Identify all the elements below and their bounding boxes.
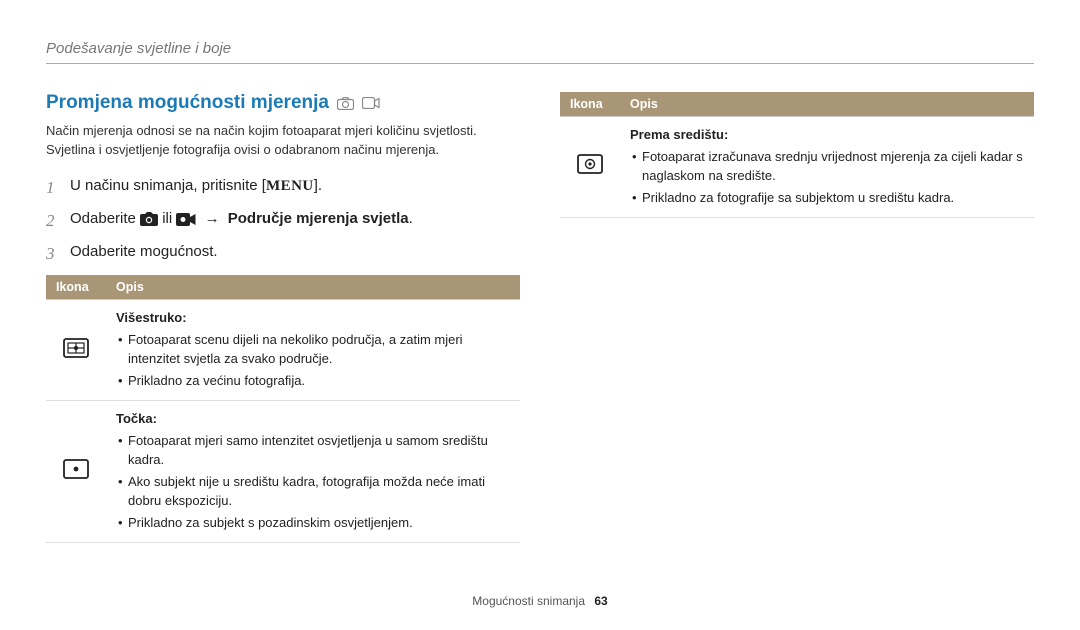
row2-bullets: Fotoaparat mjeri samo intenzitet osvjetl…	[116, 431, 510, 533]
list-item: Prikladno za subjekt s pozadinskim osvje…	[116, 513, 510, 533]
step-2-or: ili	[162, 210, 176, 227]
list-item: Prikladno za većinu fotografija.	[116, 371, 510, 391]
step-number: 1	[46, 174, 60, 201]
col-header-icon: Ikona	[560, 92, 620, 117]
col-header-icon: Ikona	[46, 275, 106, 300]
step-1-text: U načinu snimanja, pritisnite [MENU].	[70, 174, 322, 198]
table-row: Prema središtu: Fotoaparat izračunava sr…	[560, 117, 1034, 218]
row-desc: Višestruko: Fotoaparat scenu dijeli na n…	[106, 300, 520, 401]
arrow-icon: →	[205, 210, 220, 227]
row1-title-text: Višestruko	[116, 310, 182, 325]
row-title: Višestruko:	[116, 310, 187, 325]
step-3: 3 Odaberite mogućnost.	[46, 240, 520, 267]
col-header-desc: Opis	[106, 275, 520, 300]
row3-title-text: Prema središtu	[630, 127, 724, 142]
list-item: Prikladno za fotografije sa subjektom u …	[630, 188, 1024, 208]
multi-metering-icon	[46, 300, 106, 401]
center-metering-icon	[560, 117, 620, 218]
steps-list: 1 U načinu snimanja, pritisnite [MENU]. …	[46, 174, 520, 268]
step-number: 3	[46, 240, 60, 267]
column-left: Promjena mogućnosti mjerenja Način mjere…	[46, 92, 520, 543]
row-desc: Točka: Fotoaparat mjeri samo intenzitet …	[106, 401, 520, 543]
video-icon	[176, 210, 200, 227]
photo-icon	[140, 210, 162, 227]
step-3-text: Odaberite mogućnost.	[70, 240, 218, 264]
step-1-post: ].	[314, 177, 322, 194]
row-title: Prema središtu:	[630, 127, 728, 142]
video-mode-icon	[362, 97, 380, 109]
table-row: Točka: Fotoaparat mjeri samo intenzitet …	[46, 401, 520, 543]
page: Podešavanje svjetline i boje Promjena mo…	[0, 0, 1080, 630]
intro-line-1: Način mjerenja odnosi se na način kojim …	[46, 123, 477, 138]
list-item: Fotoaparat izračunava srednju vrijednost…	[630, 147, 1024, 186]
spot-metering-icon	[46, 401, 106, 543]
footer-section: Mogućnosti snimanja	[472, 594, 585, 608]
step-1: 1 U načinu snimanja, pritisnite [MENU].	[46, 174, 520, 201]
step-2-end: .	[409, 210, 413, 227]
section-heading: Promjena mogućnosti mjerenja	[46, 92, 520, 114]
table-row: Višestruko: Fotoaparat scenu dijeli na n…	[46, 300, 520, 401]
step-2-text: Odaberite ili → Područje mjerenja svjetl…	[70, 207, 413, 231]
row-desc: Prema središtu: Fotoaparat izračunava sr…	[620, 117, 1034, 218]
list-item: Fotoaparat mjeri samo intenzitet osvjetl…	[116, 431, 510, 470]
options-table-right: Ikona Opis Prema središtu: Fotoaparat iz…	[560, 92, 1034, 218]
column-right: Ikona Opis Prema središtu: Fotoaparat iz…	[560, 92, 1034, 543]
photo-mode-icon	[337, 97, 354, 110]
col-header-desc: Opis	[620, 92, 1034, 117]
row-title: Točka:	[116, 411, 157, 426]
page-footer: Mogućnosti snimanja 63	[0, 594, 1080, 608]
intro-text: Način mjerenja odnosi se na način kojim …	[46, 122, 520, 160]
list-item: Fotoaparat scenu dijeli na nekoliko podr…	[116, 330, 510, 369]
step-2-pre: Odaberite	[70, 210, 140, 227]
breadcrumb: Podešavanje svjetline i boje	[46, 40, 1034, 64]
heading-text: Promjena mogućnosti mjerenja	[46, 92, 329, 114]
content-columns: Promjena mogućnosti mjerenja Način mjere…	[46, 92, 1034, 543]
list-item: Ako subjekt nije u središtu kadra, fotog…	[116, 472, 510, 511]
step-2: 2 Odaberite ili → Područje mjerenja svje…	[46, 207, 520, 234]
intro-line-2: Svjetlina i osvjetljenje fotografija ovi…	[46, 142, 439, 157]
row1-bullets: Fotoaparat scenu dijeli na nekoliko podr…	[116, 330, 510, 391]
row3-bullets: Fotoaparat izračunava srednju vrijednost…	[630, 147, 1024, 208]
row2-title-text: Točka	[116, 411, 153, 426]
menu-button-label: MENU	[266, 178, 314, 194]
step-2-bold: Područje mjerenja svjetla	[228, 210, 409, 227]
step-number: 2	[46, 207, 60, 234]
page-number: 63	[594, 594, 607, 608]
step-1-pre: U načinu snimanja, pritisnite [	[70, 177, 266, 194]
options-table-left: Ikona Opis Višestruko: Fotoaparat scenu …	[46, 275, 520, 543]
